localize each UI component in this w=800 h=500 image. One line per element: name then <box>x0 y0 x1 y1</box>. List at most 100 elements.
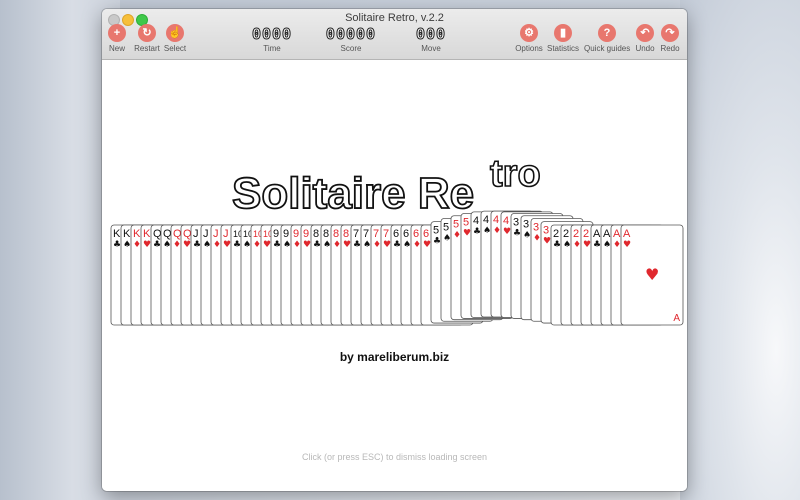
card-suit: ♠ <box>403 240 411 250</box>
select-label: Select <box>163 44 187 53</box>
gear-icon: ⚙ <box>520 24 538 42</box>
plus-icon: + <box>108 24 126 42</box>
card-rank: 9 <box>283 228 289 240</box>
hand-pointer-icon: ☝ <box>166 24 184 42</box>
card-rank: 3 <box>513 216 519 228</box>
card-suit: ♦ <box>573 240 581 250</box>
card-rank: 8 <box>323 228 329 240</box>
card-rank: 6 <box>393 228 399 240</box>
card-suit: ♣ <box>153 240 161 250</box>
byline: by mareliberum.biz <box>339 350 450 364</box>
dismiss-hint: Click (or press ESC) to dismiss loading … <box>301 452 488 462</box>
new-label: New <box>108 44 125 53</box>
app-window: Solitaire Retro, v.2.2 + New ↻ Restart ☝… <box>102 9 687 491</box>
card-rank-corner: A <box>673 313 680 324</box>
quick-guides-button[interactable]: ? Quick guides <box>584 24 630 53</box>
card-suit: ♥ <box>183 240 191 250</box>
card-suit: ♥ <box>263 240 271 250</box>
card-suit: ♥ <box>343 240 351 250</box>
splash-screen[interactable]: K ♣ K ♠ K ♦ K ♥ Q ♣ Q ♠ Q ♦ Q ♥ J ♣ J ♠ J ♦ J ♥ 10 ♣ 10 ♠ 10 ♦ 10 ♥ 9 ♣ 9 ♠… <box>102 60 687 491</box>
time-label: Time <box>263 44 281 53</box>
card-rank: K <box>113 228 121 240</box>
card-suit: ♠ <box>323 240 331 250</box>
card-suit: ♥ <box>423 240 431 250</box>
card-rank: 4 <box>503 215 509 227</box>
card-suit: ♣ <box>113 240 121 250</box>
card-rank: 6 <box>423 228 429 240</box>
new-game-button[interactable]: + New <box>108 24 126 53</box>
card-suit: ♣ <box>353 240 361 250</box>
card-suit: ♠ <box>163 240 171 250</box>
card-suit: ♥ <box>623 240 631 250</box>
restart-button[interactable]: ↻ Restart <box>133 24 161 53</box>
card-rank: 7 <box>383 228 389 240</box>
statistics-label: Statistics <box>547 44 580 53</box>
card-suit: ♠ <box>243 240 251 250</box>
card-rank: 5 <box>443 221 449 233</box>
question-icon: ? <box>598 24 616 42</box>
card-rank: J <box>223 228 229 240</box>
undo-label: Undo <box>635 44 655 53</box>
card-rank: 3 <box>523 219 529 231</box>
bar-chart-icon: ▮ <box>554 24 572 42</box>
score-value: 00000 <box>325 25 377 44</box>
card-rank: J <box>203 228 209 240</box>
redo-arrow-icon: ↷ <box>661 24 679 42</box>
restart-label: Restart <box>134 44 160 53</box>
undo-button[interactable]: ↶ Undo <box>634 24 656 53</box>
card-rank: K <box>133 228 141 240</box>
options-label: Options <box>515 44 543 53</box>
card-suit: ♥ <box>583 240 591 250</box>
card-rank: A <box>593 228 601 240</box>
card-fan: K♣K♠K♦K♥Q♣Q♠Q♦Q♥J♣J♠J♦J♥10♣10♠10♦10♥9♣9♠… <box>110 210 684 326</box>
card-suit: ♠ <box>203 240 211 250</box>
card-rank: 8 <box>343 228 349 240</box>
card-suit: ♠ <box>443 233 451 243</box>
card-rank: 8 <box>333 228 339 240</box>
card-suit: ♦ <box>413 240 421 250</box>
card-suit: ♦ <box>453 231 461 241</box>
card-suit: ♥ <box>383 240 391 250</box>
options-button[interactable]: ⚙ Options <box>514 24 544 53</box>
card-rank: J <box>193 228 199 240</box>
card-suit: ♣ <box>273 240 281 250</box>
card-rank: 9 <box>293 228 299 240</box>
card-suit: ♣ <box>553 240 561 250</box>
card-suit: ♠ <box>123 240 131 250</box>
card-rank: 4 <box>493 214 499 226</box>
card-suit: ♦ <box>493 226 501 236</box>
card-suit: ♦ <box>293 240 301 250</box>
card-rank: 4 <box>483 214 489 226</box>
card-rank: 7 <box>353 228 359 240</box>
card-rank: 8 <box>313 228 319 240</box>
card-suit: ♣ <box>313 240 321 250</box>
time-value: 0000 <box>251 25 293 44</box>
card-rank: K <box>143 228 151 240</box>
card-rank: 3 <box>533 221 539 233</box>
card-rank: 7 <box>363 228 369 240</box>
card-suit: ♥ <box>543 237 551 247</box>
card-suit: ♣ <box>433 237 441 247</box>
statistics-button[interactable]: ▮ Statistics <box>547 24 579 53</box>
playing-card: A♥♥A <box>620 224 684 326</box>
card-rank: 6 <box>403 228 409 240</box>
restart-icon: ↻ <box>138 24 156 42</box>
card-rank: 5 <box>453 219 459 231</box>
card-rank: 2 <box>583 228 589 240</box>
card-suit: ♣ <box>233 240 241 250</box>
card-suit: ♠ <box>563 240 571 250</box>
card-rank: 9 <box>303 228 309 240</box>
select-button[interactable]: ☝ Select <box>163 24 187 53</box>
card-suit: ♥ <box>503 227 511 237</box>
time-counter: 0000 Time <box>249 25 295 54</box>
card-suit: ♦ <box>173 240 181 250</box>
card-rank: A <box>603 228 611 240</box>
card-suit: ♥ <box>303 240 311 250</box>
card-rank: 5 <box>433 225 439 237</box>
card-suit: ♦ <box>133 240 141 250</box>
window-title: Solitaire Retro, v.2.2 <box>345 12 444 24</box>
card-center-pip: ♥ <box>645 265 659 284</box>
redo-button[interactable]: ↷ Redo <box>659 24 681 53</box>
card-suit: ♦ <box>333 240 341 250</box>
card-rank: K <box>123 228 131 240</box>
